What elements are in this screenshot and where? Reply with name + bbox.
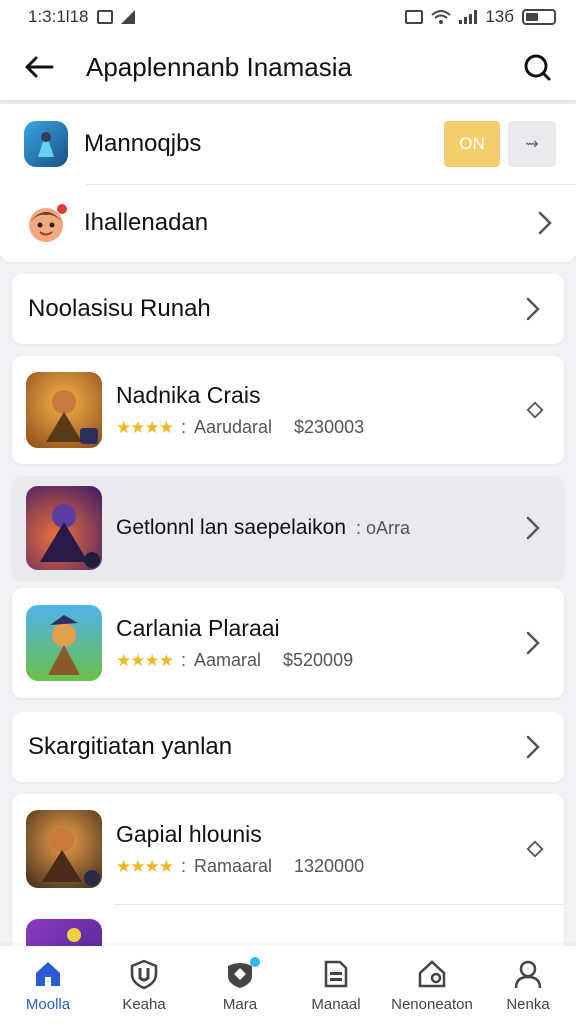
game-title: Carlania Plaraai: [116, 615, 280, 641]
game-list-card: Gapial hlounis ★★★★ : Ramaaral 1320000: [12, 794, 564, 959]
nav-label: Mara: [222, 995, 258, 1013]
game-category: Aamaral: [193, 650, 262, 670]
game-title: Gapial hlounis: [116, 821, 262, 847]
diamond-icon[interactable]: [526, 397, 544, 423]
nav-item-home[interactable]: Moolla: [0, 946, 96, 1024]
notification-badge: [250, 957, 260, 967]
rating-stars: ★★★★: [116, 856, 174, 876]
vibrate-icon: [405, 10, 424, 24]
notification-home-icon: [418, 959, 446, 987]
search-button[interactable]: [498, 34, 576, 100]
person-icon: [514, 960, 542, 988]
nav-item-notifications[interactable]: Nenoneaton: [384, 946, 480, 1024]
rating-stars: ★★★★: [116, 650, 174, 670]
chevron-right-icon: [524, 515, 542, 541]
settings-card: Mannoqjbs ON ⇝ Ihallenadan: [0, 104, 576, 262]
avatar: [24, 201, 68, 245]
section-row[interactable]: Noolasisu Runah: [12, 274, 564, 344]
search-icon: [524, 54, 551, 81]
game-category: Aarudaral: [193, 417, 273, 437]
chevron-right-icon: [536, 210, 554, 236]
nav-item-profile[interactable]: Nenka: [480, 946, 576, 1024]
game-price: $520009: [283, 650, 354, 670]
diamond-icon[interactable]: [526, 836, 544, 862]
nav-item-shield[interactable]: Keaha: [96, 946, 192, 1024]
nav-label: Nenka: [506, 995, 550, 1013]
image-notification-icon: [96, 10, 113, 24]
profile-row[interactable]: Ihallenadan: [0, 185, 576, 261]
game-price: 1320000: [294, 856, 365, 876]
toggle-row: Mannoqjbs ON ⇝: [0, 104, 576, 184]
toggle-on-button[interactable]: ON: [444, 121, 500, 167]
arrow-left-icon: [25, 56, 54, 78]
profile-row-label: Ihallenadan: [84, 209, 209, 236]
toggle-off-button[interactable]: ⇝: [508, 121, 556, 167]
cell-signal-icon: [459, 10, 478, 24]
game-subtitle: : oArra: [356, 517, 411, 538]
game-icon: [26, 372, 102, 448]
nav-label: Nenoneaton: [391, 995, 473, 1013]
game-title: Getlonnl lan saepelaikon: [116, 516, 346, 539]
page-title: Apaplennanb Inamasia: [86, 51, 352, 82]
signal-triangle-icon: [120, 10, 135, 24]
game-icon: [26, 605, 102, 681]
section-label: Skargitiatan yanlan: [28, 733, 233, 760]
toggle-row-label: Mannoqjbs: [84, 130, 202, 157]
chevron-right-icon: [524, 734, 542, 760]
rating-stars: ★★★★: [116, 417, 174, 437]
app-thumbnail-icon: [24, 121, 68, 167]
nav-label: Manaal: [311, 995, 361, 1013]
game-title: Nadnika Crais: [116, 382, 261, 408]
section-row[interactable]: Skargitiatan yanlan: [12, 712, 564, 782]
game-icon: [26, 486, 102, 570]
shield-icon: [130, 959, 158, 989]
status-battery-text: 13б: [485, 7, 514, 26]
back-button[interactable]: [0, 34, 78, 100]
nav-label: Keaha: [122, 995, 166, 1013]
document-icon: [324, 960, 348, 987]
app-bar: Apaplennanb Inamasia: [0, 34, 576, 100]
bottom-navigation: Moolla Keaha Mara Manaal Nenoneaton Nenk…: [0, 946, 576, 1024]
nav-label: Moolla: [25, 995, 71, 1013]
nav-item-diamond[interactable]: Mara: [192, 946, 288, 1024]
chevron-right-icon: [524, 630, 542, 656]
game-list-item[interactable]: Getlonnl lan saepelaikon : oArra: [12, 476, 564, 580]
nav-item-document[interactable]: Manaal: [288, 946, 384, 1024]
section-label: Noolasisu Runah: [28, 295, 211, 322]
game-list-item[interactable]: Carlania Plaraai ★★★★ : Aamaral $520009: [12, 588, 564, 698]
home-icon: [36, 961, 60, 986]
chevron-right-icon: [524, 296, 542, 322]
wifi-icon: [431, 10, 452, 24]
game-category: Ramaaral: [193, 856, 273, 876]
status-bar: 1:3:1l18 13б: [0, 0, 576, 34]
battery-icon: [522, 9, 556, 25]
game-price: $230003: [294, 417, 365, 437]
game-icon: [26, 810, 102, 888]
game-list-item[interactable]: Gapial hlounis ★★★★ : Ramaaral 1320000: [12, 794, 564, 904]
game-list-item[interactable]: Nadnika Crais ★★★★ : Aarudaral $230003: [12, 356, 564, 464]
status-time: 1:3:1l18: [28, 7, 89, 26]
